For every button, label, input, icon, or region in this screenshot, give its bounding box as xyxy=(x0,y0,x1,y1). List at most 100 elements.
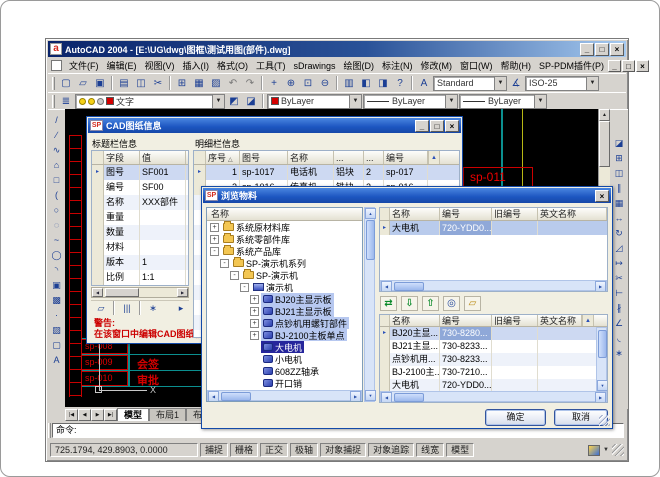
column-header[interactable]: 图号 xyxy=(240,151,288,164)
expander-icon[interactable]: + xyxy=(250,331,259,340)
expander-icon[interactable]: + xyxy=(250,319,259,328)
toolbar-grip[interactable] xyxy=(52,95,55,108)
scroll-up-icon[interactable]: ▲ xyxy=(582,315,594,326)
tab-next-icon[interactable]: ▶ xyxy=(91,409,104,421)
table-row[interactable]: ▸ 大电机 720-YDD0... xyxy=(380,221,607,235)
break-icon[interactable]: ∦ xyxy=(612,301,627,315)
more-tools-icon[interactable]: ▸ xyxy=(173,301,189,315)
material-tree[interactable]: 名称 + 系统原材料库 + 系统零部件库 - 系统产品库 - SP-演示机系列 … xyxy=(206,207,363,402)
help-icon[interactable]: ? xyxy=(392,76,408,91)
scrollbar-thumb[interactable] xyxy=(394,393,424,402)
expander-icon[interactable]: + xyxy=(250,307,259,316)
scroll-down-icon[interactable]: ▼ xyxy=(597,380,608,391)
columns-icon[interactable]: ||| xyxy=(119,301,135,315)
status-toggle-osnap[interactable]: 对象捕捉 xyxy=(320,443,366,457)
table-row[interactable]: ▸ 图号 SF001 xyxy=(92,165,188,180)
column-header[interactable]: 编号 xyxy=(440,315,492,326)
dim-style-combo[interactable]: ISO-25 ▼ xyxy=(525,76,599,91)
ok-button[interactable]: 确定 xyxy=(485,409,546,426)
bottom-table-vscrollbar[interactable]: ▼ xyxy=(596,327,607,392)
layer-combo[interactable]: 文字 ▼ xyxy=(75,94,225,109)
make-layer-current-icon[interactable]: ◩ xyxy=(226,94,242,109)
column-header[interactable]: 旧编号 xyxy=(492,315,538,326)
tree-item-bj21[interactable]: + BJ21主显示板 xyxy=(207,305,362,317)
mirror-icon[interactable]: ◫ xyxy=(612,166,627,180)
tree-vscrollbar[interactable]: ▲ ▼ xyxy=(364,207,375,402)
plot-icon[interactable]: ▤ xyxy=(116,76,132,91)
scale-icon[interactable]: ◿ xyxy=(612,241,627,255)
table-row[interactable]: 比例 1:1 xyxy=(92,270,188,285)
tree-item-raw-materials[interactable]: + 系统原材料库 xyxy=(207,221,362,233)
menu-draw[interactable]: 绘图(D) xyxy=(340,59,379,72)
table-row[interactable]: 版本 1 xyxy=(92,255,188,270)
new-file-icon[interactable]: ▢ xyxy=(58,76,74,91)
menu-insert[interactable]: 插入(I) xyxy=(179,59,214,72)
status-toggle-otrack[interactable]: 对象追踪 xyxy=(368,443,414,457)
text-style-icon[interactable]: A xyxy=(416,76,432,91)
combo-arrow-icon[interactable]: ▼ xyxy=(534,95,546,108)
status-toggle-lwt[interactable]: 线宽 xyxy=(416,443,444,457)
dialog-resize-grip[interactable] xyxy=(599,415,610,426)
cut-icon[interactable]: ✂ xyxy=(150,76,166,91)
polygon-icon[interactable]: ⌂ xyxy=(49,158,64,172)
refresh-icon[interactable]: ⇄ xyxy=(380,296,397,311)
combo-arrow-icon[interactable]: ▼ xyxy=(349,95,361,108)
menu-help[interactable]: 帮助(H) xyxy=(497,59,536,72)
move-icon[interactable]: ↔ xyxy=(612,211,627,225)
rotate-icon[interactable]: ↻ xyxy=(612,226,627,240)
column-header[interactable]: 值 xyxy=(140,151,186,164)
tree-item-small-motor[interactable]: 小电机 xyxy=(207,353,362,365)
scrollbar-thumb[interactable] xyxy=(394,282,424,291)
scroll-up-icon[interactable]: ▲ xyxy=(365,208,376,219)
column-header[interactable]: 字段 xyxy=(104,151,140,164)
menu-dimension[interactable]: 标注(N) xyxy=(378,59,417,72)
tree-item-bearing[interactable]: 608ZZ轴承 xyxy=(207,365,362,377)
menu-sp-pdm[interactable]: SP-PDM插件(P) xyxy=(535,59,608,72)
tree-item-bj2100[interactable]: + BJ-2100主板单点 xyxy=(207,329,362,341)
import-down-icon[interactable]: ⇩ xyxy=(401,296,418,311)
trim-icon[interactable]: ✂ xyxy=(612,271,627,285)
match-properties-icon[interactable]: ▨ xyxy=(208,76,224,91)
hatch-icon[interactable]: ▨ xyxy=(49,323,64,337)
chamfer-icon[interactable]: ∠ xyxy=(612,316,627,330)
tab-last-icon[interactable]: ▶| xyxy=(104,409,117,421)
scroll-left-icon[interactable]: ◀ xyxy=(208,391,219,402)
add-record-icon[interactable]: ∗ xyxy=(145,301,161,315)
line-icon[interactable]: / xyxy=(49,113,64,127)
expander-icon[interactable]: + xyxy=(250,295,259,304)
window-titlebar[interactable]: a AutoCAD 2004 - [E:\UG\dwg\图框\测试用图(部件).… xyxy=(48,41,626,57)
column-header[interactable]: 编号 xyxy=(440,208,492,220)
tab-layout1[interactable]: 布局1 xyxy=(149,408,186,421)
table-row[interactable]: 材料 xyxy=(92,240,188,255)
menu-file[interactable]: 文件(F) xyxy=(65,59,103,72)
status-toggle-model[interactable]: 模型 xyxy=(446,443,474,457)
menu-edit[interactable]: 编辑(E) xyxy=(103,59,141,72)
info-close-button[interactable]: × xyxy=(445,120,459,132)
expander-icon[interactable]: - xyxy=(220,259,229,268)
text-style-combo[interactable]: Standard ▼ xyxy=(433,76,507,91)
linetype-combo[interactable]: ByLayer ▼ xyxy=(363,94,458,109)
scroll-right-icon[interactable]: ▶ xyxy=(595,392,606,403)
rectangle-icon[interactable]: □ xyxy=(49,173,64,187)
point-icon[interactable]: · xyxy=(49,308,64,322)
mdi-minimize-button[interactable]: _ xyxy=(608,60,621,72)
table-row[interactable]: 重量 xyxy=(92,210,188,225)
copy-icon[interactable]: ⊞ xyxy=(174,76,190,91)
tab-first-icon[interactable]: |◀ xyxy=(65,409,78,421)
info-minimize-button[interactable]: _ xyxy=(415,120,429,132)
menu-window[interactable]: 窗口(W) xyxy=(456,59,497,72)
tree-item-parts-library[interactable]: + 系统零部件库 xyxy=(207,233,362,245)
mdi-close-button[interactable]: × xyxy=(636,60,649,72)
selected-material-table[interactable]: 名称 编号 旧编号 英文名称 ▸ 大电机 720-YDD0... ◀ ▶ xyxy=(379,207,608,292)
table-row[interactable]: BJ21主显... 730-8233... xyxy=(380,340,607,353)
window-resize-grip[interactable] xyxy=(612,444,624,456)
status-toggle-polar[interactable]: 极轴 xyxy=(290,443,318,457)
circle-icon[interactable]: ○ xyxy=(49,203,64,217)
combo-arrow-icon[interactable]: ▼ xyxy=(494,77,506,90)
titleblock-grid-table[interactable]: 字段 值 ▸ 图号 SF001 编号 SF00 名称 XXX部件 重量 xyxy=(91,150,189,286)
status-menu-arrow-icon[interactable]: ▼ xyxy=(603,447,609,453)
ellipse-icon[interactable]: ◯ xyxy=(49,248,64,262)
lineweight-combo[interactable]: ByLayer ▼ xyxy=(459,94,547,109)
expander-icon[interactable]: - xyxy=(240,283,249,292)
scrollbar-thumb[interactable] xyxy=(598,330,607,358)
